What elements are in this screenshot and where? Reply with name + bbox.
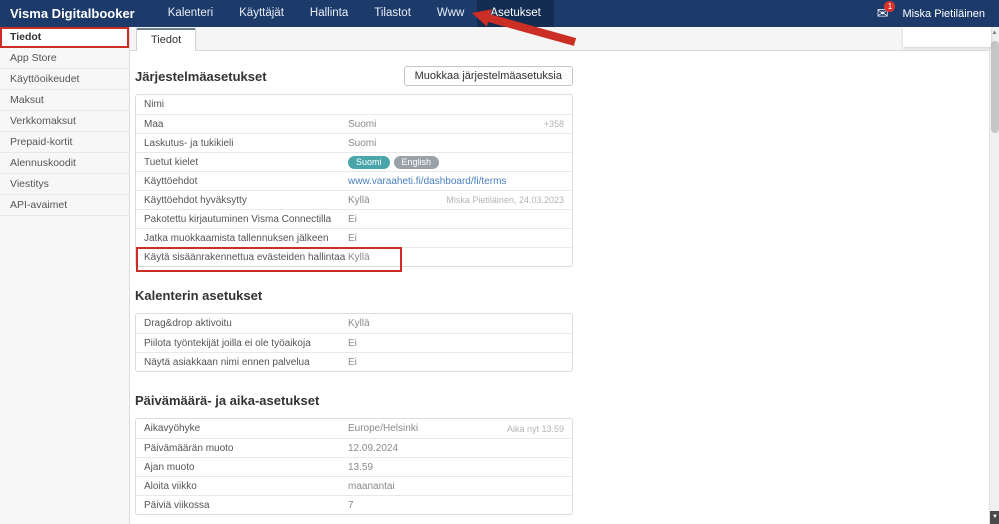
nav-item-asetukset[interactable]: Asetukset [477,0,554,27]
calendar-settings-table: Drag&drop aktivoitu Kyllä Piilota työnte… [135,313,573,372]
settings-row-aloita-viikko: Aloita viikko maanantai [136,476,572,495]
notifications-button[interactable]: ✉ 1 [877,0,896,27]
settings-sidebar: Tiedot App Store Käyttöoikeudet Maksut V… [0,27,130,524]
sidebar-item-verkkomaksut[interactable]: Verkkomaksut [0,111,129,132]
setting-label: Käytä sisäänrakennettua evästeiden halli… [144,251,346,263]
settings-row-aikavyohyke: Aikavyöhyke Europe/Helsinki Aika nyt 13.… [136,419,572,438]
settings-row-laskutuskieli: Laskutus- ja tukikieli Suomi [136,133,572,152]
sidebar-item-viestitys[interactable]: Viestitys [0,174,129,195]
setting-value: Ei [348,213,357,225]
setting-label: Käyttöehdot hyväksytty [144,194,247,206]
section-paivamaara-aika: Päivämäärä- ja aika-asetukset Aikavyöhyk… [135,389,989,515]
setting-value: Ei [348,337,357,349]
vertical-scrollbar[interactable]: ▲ ▼ [989,27,999,524]
app-brand[interactable]: Visma Digitalbooker [0,0,155,27]
settings-row-kayttoehdot: Käyttöehdot www.varaaheti.fi/dashboard/f… [136,171,572,190]
setting-label: Laskutus- ja tukikieli [144,137,234,149]
edit-system-settings-button[interactable]: Muokkaa järjestelmäasetuksia [403,66,573,86]
settings-row-ajan-muoto: Ajan muoto 13.59 [136,457,572,476]
sidebar-item-kayttooikeudet[interactable]: Käyttöoikeudet [0,69,129,90]
settings-row-nimi: Nimi [136,95,572,114]
setting-value: Suomi [348,118,377,130]
section-kalenterin-asetukset: Kalenterin asetukset Drag&drop aktivoitu… [135,284,989,372]
notification-badge: 1 [884,1,896,12]
setting-value: maanantai [348,480,395,492]
language-badge-suomi: Suomi [348,155,390,169]
nav-item-www[interactable]: Www [424,0,477,27]
setting-value: Kyllä [348,194,370,206]
section-title: Järjestelmäasetukset [135,68,267,84]
scroll-up-arrow-icon[interactable]: ▲ [990,27,999,39]
tab-strip: Tiedot [130,27,989,51]
setting-label: Aloita viikko [144,480,197,492]
sidebar-item-api-avaimet[interactable]: API-avaimet [0,195,129,216]
sidebar-item-app-store[interactable]: App Store [0,48,129,69]
setting-label: Päiviä viikossa [144,499,210,511]
settings-row-maa: Maa Suomi +358 [136,114,572,133]
system-settings-table: Nimi Maa Suomi +358 Laskutus- ja tukikie… [135,94,573,272]
settings-row-tuetut-kielet: Tuetut kielet Suomi English [136,152,572,171]
sidebar-item-prepaid-kortit[interactable]: Prepaid-kortit [0,132,129,153]
setting-value: 13.59 [348,461,374,473]
setting-label: Nimi [144,99,164,110]
nav-right-area: ✉ 1 Miska Pietiläinen [877,0,999,27]
user-dropdown-panel[interactable] [903,27,991,47]
settings-row-paivia-viikossa: Päiviä viikossa 7 [136,495,572,514]
setting-value: Kyllä [348,318,370,329]
setting-value: Suomi [348,137,377,149]
settings-content: Järjestelmäasetukset Muokkaa järjestelmä… [130,51,989,524]
settings-row-dragdrop: Drag&drop aktivoitu Kyllä [136,314,572,333]
terms-link[interactable]: www.varaaheti.fi/dashboard/fi/terms [348,176,506,187]
settings-row-kayttoehdot-hyvaksytty: Käyttöehdot hyväksytty Kyllä Miska Pieti… [136,190,572,209]
scroll-down-arrow-icon[interactable]: ▼ [990,511,999,524]
setting-label: Jatka muokkaamista tallennuksen jälkeen [144,232,329,244]
setting-value: 12.09.2024 [348,442,399,454]
user-menu-button[interactable]: Miska Pietiläinen [902,8,985,20]
settings-row-evasteiden-hallinta: Käytä sisäänrakennettua evästeiden halli… [136,247,572,272]
setting-value: Europe/Helsinki [348,423,419,434]
setting-label: Tuetut kielet [144,156,199,168]
setting-label: Päivämäärän muoto [144,442,234,454]
section-title: Päivämäärä- ja aika-asetukset [135,392,320,408]
setting-label: Aikavyöhyke [144,423,201,434]
setting-value: 7 [348,499,354,511]
nav-item-kalenteri[interactable]: Kalenteri [155,0,226,27]
setting-label: Näytä asiakkaan nimi ennen palvelua [144,356,310,368]
section-title: Kalenterin asetukset [135,287,263,303]
top-navigation: Visma Digitalbooker Kalenteri Käyttäjät … [0,0,999,27]
setting-label: Pakotettu kirjautuminen Visma Connectill… [144,213,332,225]
main-content: Tiedot Järjestelmäasetukset Muokkaa järj… [130,27,989,524]
settings-row-paivamaaran-muoto: Päivämäärän muoto 12.09.2024 [136,438,572,457]
nav-item-tilastot[interactable]: Tilastot [361,0,424,27]
scrollbar-thumb[interactable] [991,41,999,133]
setting-label: Käyttöehdot [144,175,198,187]
settings-row-pakotettu-kirjautuminen: Pakotettu kirjautuminen Visma Connectill… [136,209,572,228]
sidebar-item-maksut[interactable]: Maksut [0,90,129,111]
settings-row-nayta-asiakkaan-nimi: Näytä asiakkaan nimi ennen palvelua Ei [136,352,572,371]
setting-note: +358 [543,119,564,129]
setting-label: Maa [144,118,164,130]
tab-tiedot[interactable]: Tiedot [136,28,197,51]
nav-item-hallinta[interactable]: Hallinta [297,0,361,27]
settings-row-jatka-muokkaamista: Jatka muokkaamista tallennuksen jälkeen … [136,228,572,247]
setting-note: Aika nyt 13.59 [506,423,564,434]
sidebar-item-alennuskoodit[interactable]: Alennuskoodit [0,153,129,174]
setting-value: Ei [348,232,357,244]
setting-value: Kyllä [348,251,370,263]
setting-label: Drag&drop aktivoitu [144,318,232,329]
setting-value: Ei [348,356,357,368]
language-badge-english: English [393,155,440,169]
datetime-settings-table: Aikavyöhyke Europe/Helsinki Aika nyt 13.… [135,418,573,515]
setting-label: Ajan muoto [144,461,195,473]
sidebar-item-tiedot[interactable]: Tiedot [0,27,129,48]
section-jarjestelmaasetukset: Järjestelmäasetukset Muokkaa järjestelmä… [135,65,989,272]
setting-note: Miska Pietiläinen, 24.03.2023 [446,195,564,205]
main-nav: Kalenteri Käyttäjät Hallinta Tilastot Ww… [155,0,554,27]
nav-item-kayttajat[interactable]: Käyttäjät [226,0,297,27]
settings-row-piilota-tyontekijat: Piilota työntekijät joilla ei ole työaik… [136,333,572,352]
setting-label: Piilota työntekijät joilla ei ole työaik… [144,337,311,349]
